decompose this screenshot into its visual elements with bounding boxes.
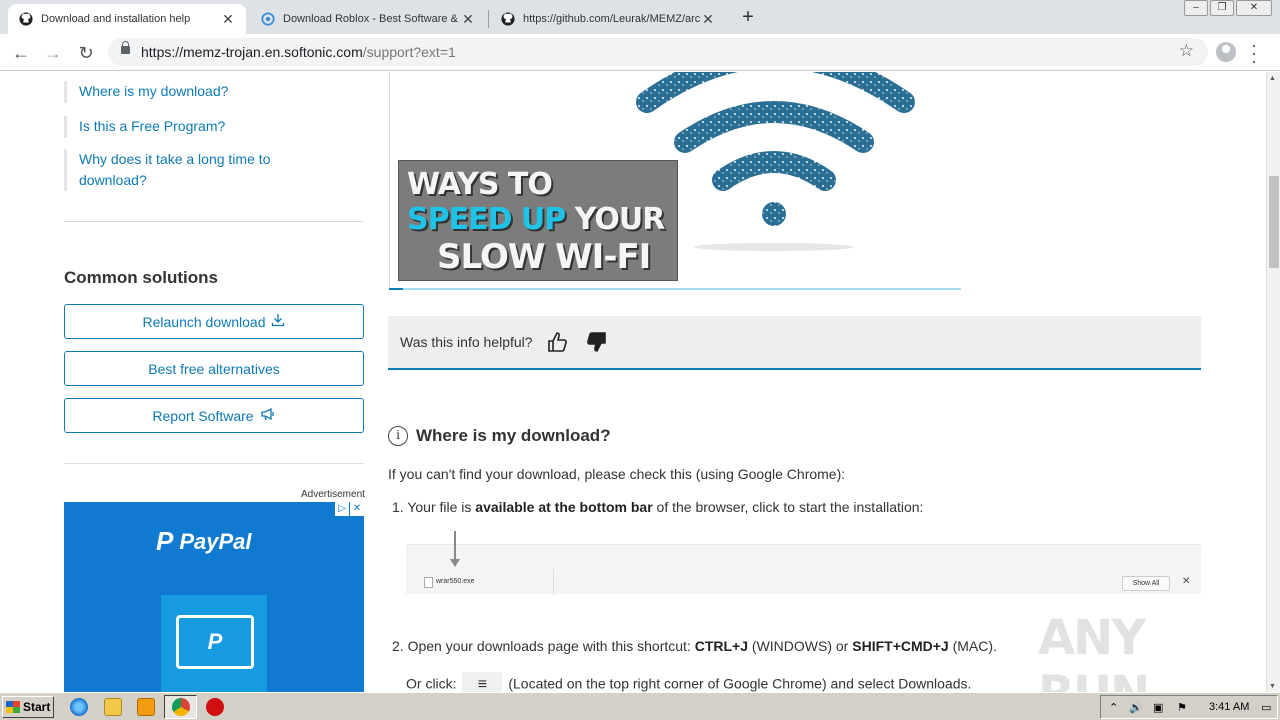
close-icon: ✕ <box>1182 576 1191 587</box>
info-icon: i <box>388 426 408 446</box>
scroll-up-icon[interactable]: ▲ <box>1269 75 1276 82</box>
page-scrollbar[interactable]: ▲ ▼ <box>1266 72 1280 692</box>
network-icon[interactable]: ▣ <box>1153 701 1163 714</box>
tray-arrow-icon[interactable]: ⌃ <box>1109 701 1118 714</box>
show-all-button: Show All <box>1122 576 1170 591</box>
new-tab-button[interactable]: + <box>737 6 759 28</box>
sidebar-link-free-program[interactable]: Is this a Free Program? <box>64 116 225 138</box>
scroll-down-icon[interactable]: ▼ <box>1269 683 1276 690</box>
sidebar-link-where-download[interactable]: Where is my download? <box>64 81 228 103</box>
page-viewport: Where is my download? Is this a Free Pro… <box>0 72 1266 692</box>
ad-illustration: P <box>161 595 267 692</box>
windows-taskbar: Start ⌃ 🔊 ▣ ⚑ 3:41 AM ▭ <box>0 692 1280 720</box>
thumbs-up-icon[interactable] <box>545 329 571 355</box>
close-tab-icon[interactable]: ✕ <box>460 11 476 28</box>
media-player-icon[interactable] <box>137 698 155 716</box>
hero-underline <box>389 288 961 290</box>
intro-text: If you can't find your download, please … <box>388 466 846 482</box>
chrome-menu-icon[interactable]: · · · <box>1250 36 1258 70</box>
window-controls: ‒ ❐ ✕ <box>1182 0 1272 18</box>
tab-title: Download and installation help <box>41 13 191 25</box>
adchoices-icon[interactable]: ▷ ✕ <box>335 502 364 516</box>
flag-icon[interactable]: ⚑ <box>1177 701 1187 714</box>
system-tray: ⌃ 🔊 ▣ ⚑ 3:41 AM ▭ <box>1100 695 1278 719</box>
scrollbar-thumb[interactable] <box>1269 176 1279 268</box>
helpful-question: Was this info helpful? <box>400 334 533 350</box>
tab-title: Download Roblox - Best Software & Apps <box>283 13 460 25</box>
github-icon <box>500 11 516 27</box>
arrow-icon <box>454 531 456 561</box>
paypal-advertisement[interactable]: ▷ ✕ P PayPal P <box>64 502 364 692</box>
sidebar-link-long-time[interactable]: Why does it take a long time to download… <box>64 149 304 191</box>
chrome-icon[interactable] <box>172 698 190 716</box>
forward-button[interactable]: → <box>41 41 65 65</box>
windows-logo-icon <box>6 701 20 713</box>
address-bar[interactable]: https://memz-trojan.en.softonic.com/supp… <box>108 38 1208 66</box>
step-1-text: 1. Your file is available at the bottom … <box>392 499 924 515</box>
thumbs-down-icon[interactable] <box>583 329 609 355</box>
opera-icon[interactable] <box>206 698 224 716</box>
step-2-alt-text: Or click: ≡ (Located on the top right co… <box>406 672 971 692</box>
folder-icon[interactable] <box>104 698 122 716</box>
laptop-icon: P <box>176 615 254 669</box>
relaunch-download-button[interactable]: Relaunch download <box>64 304 364 339</box>
close-tab-icon[interactable]: ✕ <box>220 11 236 28</box>
minimize-button[interactable]: ‒ <box>1184 0 1208 16</box>
common-solutions-title: Common solutions <box>64 268 218 287</box>
divider <box>64 221 364 222</box>
show-desktop-icon[interactable]: ▭ <box>1261 701 1271 714</box>
hamburger-menu-icon: ≡ <box>462 672 503 692</box>
megaphone-icon <box>260 407 276 424</box>
paypal-logo: P PayPal <box>156 526 252 556</box>
profile-avatar-icon[interactable] <box>1216 42 1236 62</box>
github-icon <box>18 11 34 27</box>
browser-toolbar: ← → ↻ https://memz-trojan.en.softonic.co… <box>0 34 1280 71</box>
clock[interactable]: 3:41 AM <box>1209 701 1249 713</box>
tab-title: https://github.com/Leurak/MEMZ/archive <box>523 13 700 25</box>
section-title: i Where is my download? <box>388 426 611 446</box>
back-button[interactable]: ← <box>9 41 33 65</box>
anyrun-watermark: ANY RUN <box>1038 610 1150 692</box>
advertisement-label: Advertisement <box>301 489 365 500</box>
best-free-alternatives-button[interactable]: Best free alternatives <box>64 351 364 386</box>
close-tab-icon[interactable]: ✕ <box>700 11 716 28</box>
close-window-button[interactable]: ✕ <box>1236 0 1272 16</box>
helpful-feedback-box: Was this info helpful? <box>388 316 1201 370</box>
speed-up-wifi-banner: WAYS TO SPEED UP YOUR SLOW WI-FI <box>398 160 678 281</box>
tab-strip: Download and installation help ✕ Downloa… <box>0 0 1280 34</box>
report-software-button[interactable]: Report Software <box>64 398 364 433</box>
tab-separator <box>488 10 489 28</box>
download-bar-screenshot: wrar550.exe Show All ✕ <box>406 531 1201 595</box>
internet-explorer-icon[interactable] <box>70 698 88 716</box>
bookmark-star-icon[interactable]: ☆ <box>1179 41 1194 61</box>
tab-roblox[interactable]: Download Roblox - Best Software & Apps ✕ <box>250 4 486 34</box>
download-file-item: wrar550.exe <box>416 569 554 595</box>
download-icon <box>271 313 285 330</box>
divider <box>64 463 364 464</box>
step-2-text: 2. Open your downloads page with this sh… <box>392 638 997 654</box>
url-text: https://memz-trojan.en.softonic.com/supp… <box>141 44 456 60</box>
softonic-icon <box>260 11 276 27</box>
tab-download-help[interactable]: Download and installation help ✕ <box>8 4 246 34</box>
reload-button[interactable]: ↻ <box>74 41 98 65</box>
tab-github-memz[interactable]: https://github.com/Leurak/MEMZ/archive ✕ <box>490 4 726 34</box>
paypal-mark-icon: P <box>156 526 174 556</box>
volume-icon[interactable]: 🔊 <box>1129 701 1143 714</box>
restore-button[interactable]: ❐ <box>1210 0 1234 16</box>
lock-icon <box>121 41 130 54</box>
start-button[interactable]: Start <box>2 696 54 718</box>
